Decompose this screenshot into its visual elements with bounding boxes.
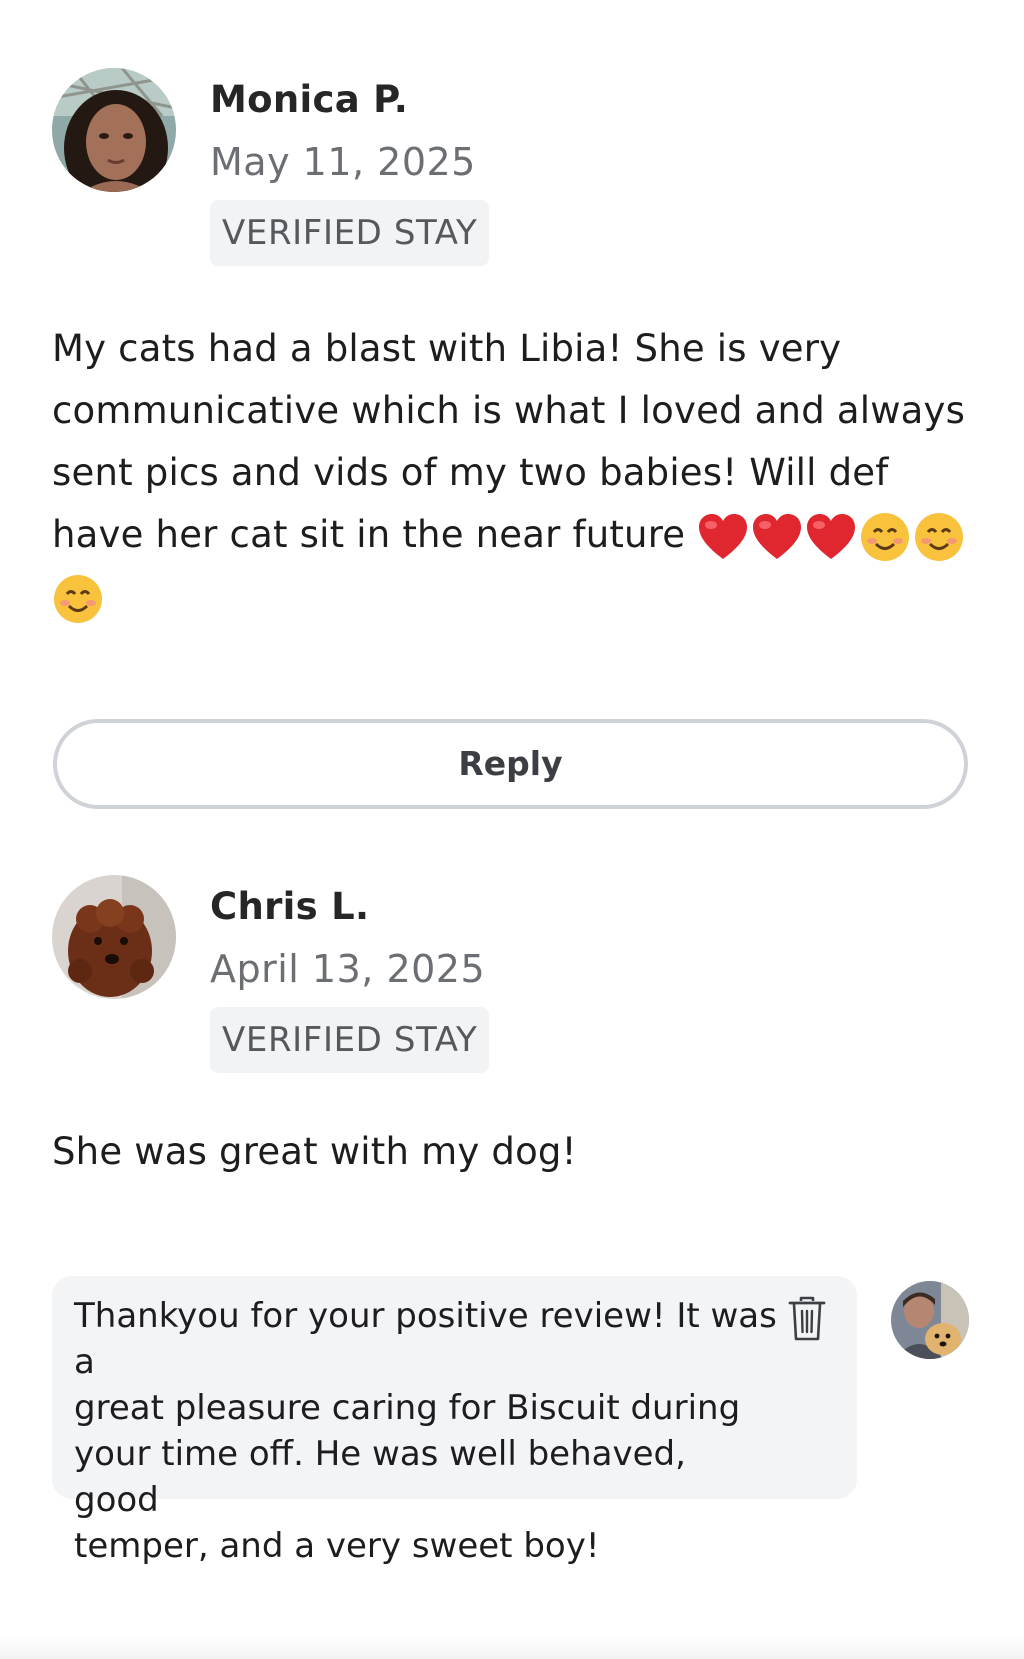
bottom-edge	[0, 1635, 1024, 1659]
red-heart-icon	[807, 513, 856, 559]
reviewer-info: Chris L. April 13, 2025 VERIFIED STAY	[210, 875, 490, 1073]
review-line: have her cat sit in the near future	[52, 513, 686, 556]
owner-avatar[interactable]	[891, 1281, 969, 1359]
response-line: Thankyou for your positive review! It wa…	[74, 1296, 777, 1382]
review-text-chris: She was great with my dog!	[52, 1130, 577, 1173]
review-date: May 11, 2025	[210, 140, 476, 184]
review-date: April 13, 2025	[210, 947, 486, 991]
response-line: your time off. He was well behaved, good	[74, 1434, 686, 1520]
smiling-face-icon	[915, 512, 964, 561]
smiling-face-icon	[861, 512, 910, 561]
red-heart-icon	[699, 513, 748, 559]
reviewer-info: Monica P. May 11, 2025 VERIFIED STAY	[210, 68, 490, 266]
avatar[interactable]	[52, 875, 176, 999]
review-line: My cats had a blast with Libia! She is v…	[52, 327, 842, 370]
emoji-group	[697, 511, 965, 563]
reviewer-name[interactable]: Chris L.	[210, 883, 489, 931]
response-text: Thankyou for your positive review! It wa…	[74, 1293, 777, 1569]
owner-response: Thankyou for your positive review! It wa…	[52, 1276, 857, 1566]
trash-icon[interactable]	[787, 1296, 827, 1342]
red-heart-icon	[753, 513, 802, 559]
verified-stay-badge: VERIFIED STAY	[210, 1007, 490, 1073]
reply-button[interactable]: Reply	[53, 719, 968, 809]
review-header-monica: Monica P. May 11, 2025 VERIFIED STAY	[52, 68, 490, 266]
review-text-monica: My cats had a blast with Libia! She is v…	[52, 318, 982, 628]
response-line: temper, and a very sweet boy!	[74, 1526, 600, 1566]
avatar[interactable]	[52, 68, 176, 192]
review-line: sent pics and vids of my two babies! Wil…	[52, 451, 889, 494]
smiling-face-icon	[54, 574, 102, 623]
review-header-chris: Chris L. April 13, 2025 VERIFIED STAY	[52, 875, 490, 1073]
verified-stay-badge: VERIFIED STAY	[210, 200, 490, 266]
response-line: great pleasure caring for Biscuit during	[74, 1388, 741, 1428]
review-line: communicative which is what I loved and …	[52, 389, 966, 432]
reviewer-name[interactable]: Monica P.	[210, 76, 489, 124]
